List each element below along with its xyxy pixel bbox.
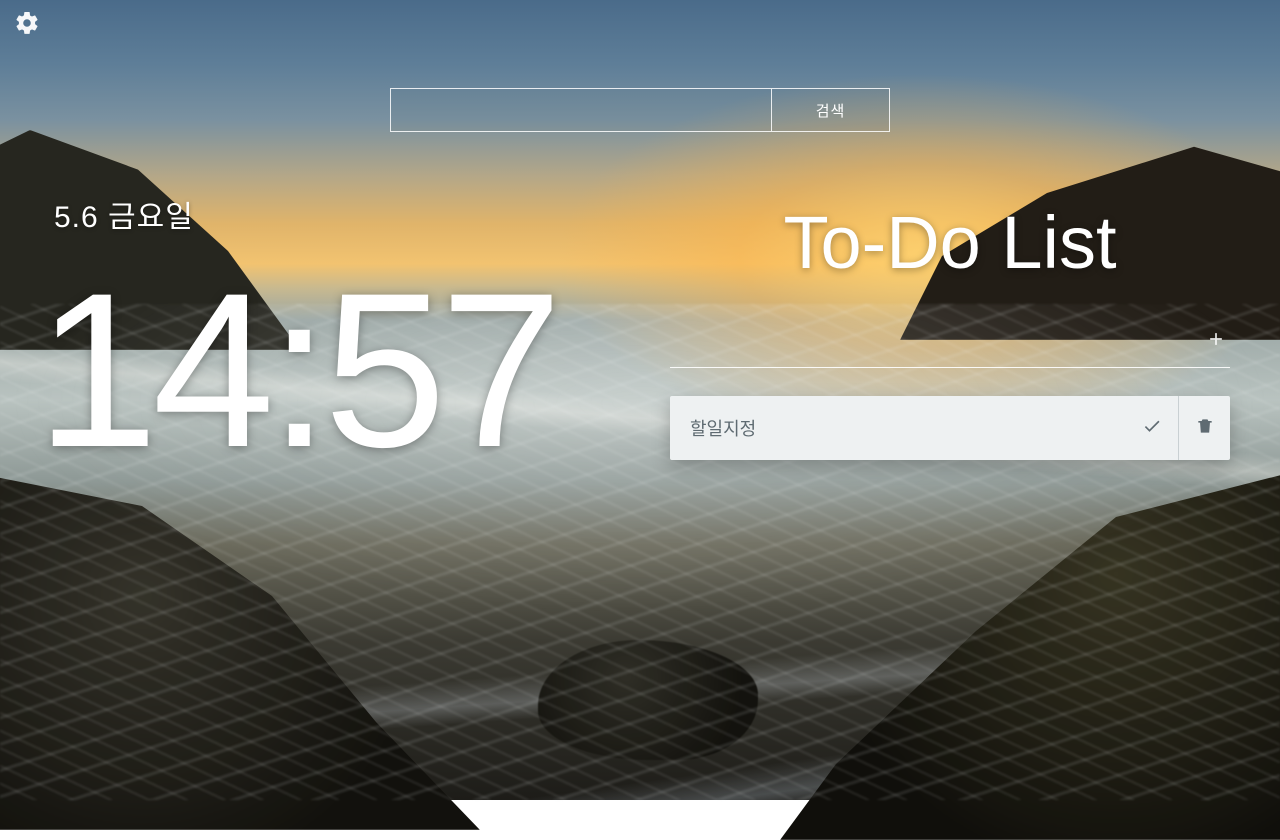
settings-button[interactable] <box>12 10 42 40</box>
plus-icon <box>1206 329 1226 354</box>
search-button[interactable]: 검색 <box>771 89 889 131</box>
search-bar: 검색 <box>390 88 890 132</box>
search-input[interactable] <box>391 89 771 131</box>
check-icon <box>1142 416 1162 441</box>
todo-add-row <box>670 321 1230 368</box>
trash-icon <box>1195 416 1215 441</box>
todo-add-button[interactable] <box>1202 327 1230 355</box>
todo-new-input[interactable] <box>670 321 1192 361</box>
todo-item-delete-button[interactable] <box>1178 396 1230 460</box>
clock: 14:57 <box>36 260 557 480</box>
todo-title: To-Do List <box>670 200 1230 285</box>
gear-icon <box>14 10 40 41</box>
todo-panel: To-Do List 할일지정 <box>670 200 1230 460</box>
todo-item-complete-button[interactable] <box>1126 396 1178 460</box>
todo-item: 할일지정 <box>670 396 1230 460</box>
date-label: 5.6 금요일 <box>54 192 194 236</box>
todo-item-text: 할일지정 <box>690 415 1126 441</box>
